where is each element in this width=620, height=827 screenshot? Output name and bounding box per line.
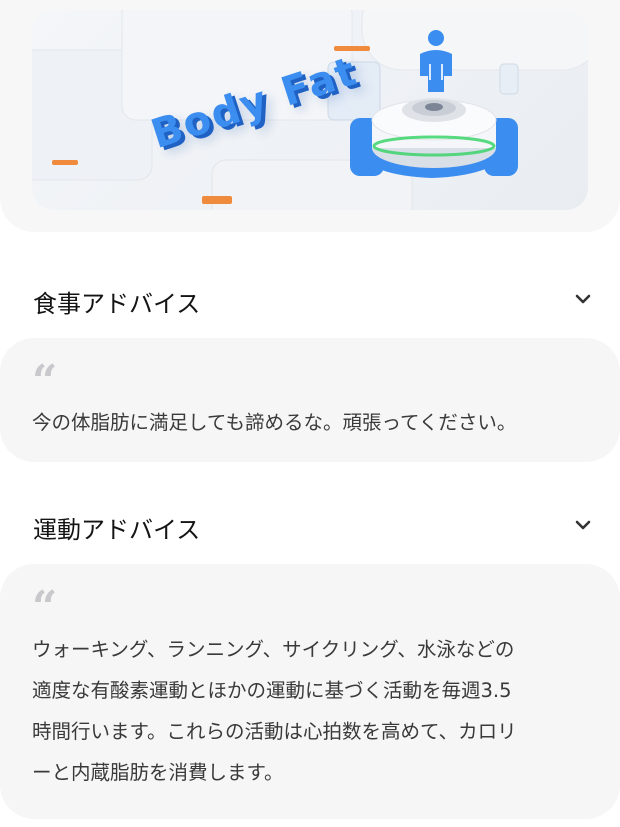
chevron-down-icon[interactable]: [574, 290, 592, 308]
illustration-artwork: [32, 10, 588, 210]
body-fat-illustration: Body Fat: [32, 10, 588, 210]
exercise-advice-line: ウォーキング、ランニング、サイクリング、水泳などの: [32, 638, 515, 661]
exercise-advice-line: ーと内蔵脂肪を消費します。: [32, 761, 284, 784]
exercise-advice-card: “ ウォーキング、ランニング、サイクリング、水泳などの 適度な有酸素運動とほかの…: [0, 564, 620, 819]
exercise-advice-line: 時間行います。これらの活動は心拍数を高めて、カロリ: [32, 720, 517, 743]
exercise-advice-header[interactable]: 運動アドバイス: [0, 498, 620, 554]
quote-icon: “: [32, 582, 58, 633]
hero-card: Body Fat: [0, 0, 620, 232]
diet-advice-card: “ 今の体脂肪に満足しても諦めるな。頑張ってください。: [0, 338, 620, 462]
exercise-advice-title: 運動アドバイス: [33, 516, 201, 544]
chevron-down-icon[interactable]: [574, 516, 592, 534]
diet-advice-text: 今の体脂肪に満足しても諦めるな。頑張ってください。: [32, 411, 517, 434]
diet-advice-header[interactable]: 食事アドバイス: [0, 272, 620, 328]
quote-icon: “: [32, 356, 58, 407]
exercise-advice-text: ウォーキング、ランニング、サイクリング、水泳などの 適度な有酸素運動とほかの運動…: [32, 629, 588, 793]
diet-advice-title: 食事アドバイス: [33, 290, 201, 318]
body-fat-advice-page: Body Fat 食事アドバイス “ 今の体脂肪に満足しても諦めるな。頑張ってく…: [0, 0, 620, 827]
exercise-advice-line: 適度な有酸素運動とほかの運動に基づく活動を毎週3.5: [32, 679, 512, 702]
